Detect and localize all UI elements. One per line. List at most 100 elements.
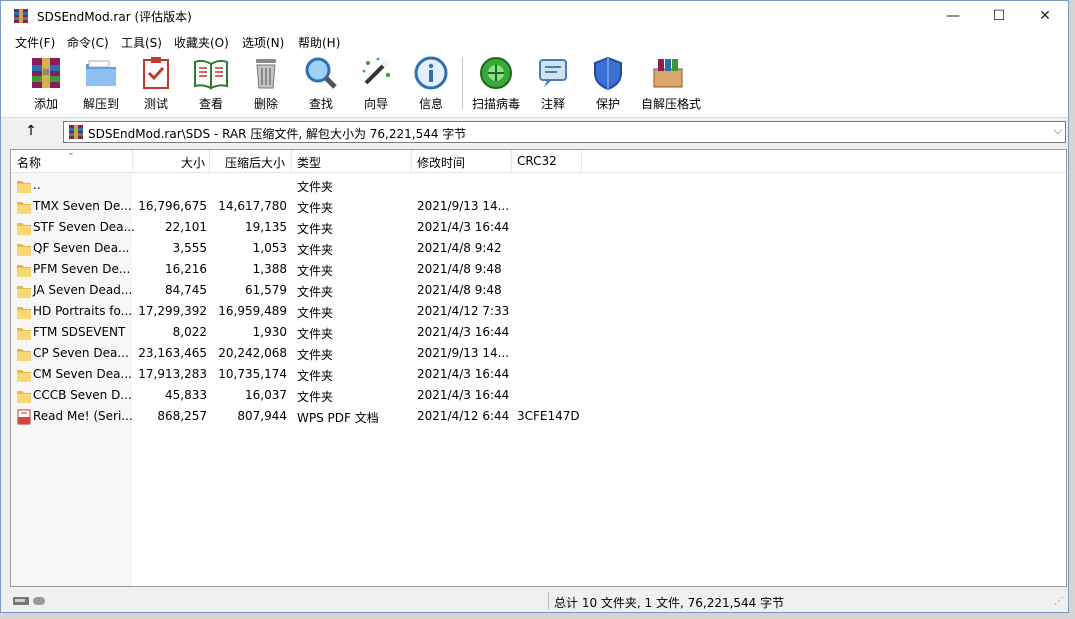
cell-name: FTM SDSEVENT bbox=[33, 325, 126, 339]
rar-archive-icon bbox=[69, 125, 83, 139]
folder-icon bbox=[17, 349, 31, 361]
view-button[interactable]: 查看 bbox=[184, 55, 238, 113]
column-header-type[interactable]: 类型 bbox=[297, 154, 321, 171]
window-title: SDSEndMod.rar (评估版本) bbox=[37, 10, 192, 24]
delete-label: 删除 bbox=[253, 97, 278, 111]
delete-button[interactable]: 删除 bbox=[239, 55, 293, 113]
cell-type: 文件夹 bbox=[297, 390, 334, 404]
cell-packed: 16,037 bbox=[245, 388, 287, 402]
cell-size: 17,913,283 bbox=[138, 367, 207, 381]
cell-crc: 3CFE147D bbox=[517, 409, 580, 423]
cell-packed: 20,242,068 bbox=[218, 346, 287, 360]
cell-type: 文件夹 bbox=[297, 243, 334, 257]
cell-type: 文件夹 bbox=[297, 369, 334, 383]
virus-scan-label: 扫描病毒 bbox=[471, 97, 520, 111]
menu-tools[interactable]: 工具(S) bbox=[121, 34, 162, 51]
cell-name: QF Seven Dea... bbox=[33, 241, 130, 255]
comment-label: 注释 bbox=[540, 97, 565, 111]
protect-button[interactable]: 保护 bbox=[581, 55, 635, 113]
title-bar[interactable]: SDSEndMod.rar (评估版本) — ☐ ✕ bbox=[1, 1, 1068, 31]
table-row[interactable]: CCCB Seven D... 45,833 16,037 文件夹 2021/4/3 1… bbox=[11, 385, 591, 406]
table-row[interactable]: HD Portraits fo... 17,299,392 16,959,489 文件… bbox=[11, 301, 591, 322]
extract-to-icon bbox=[86, 60, 116, 86]
comment-button[interactable]: 注释 bbox=[526, 55, 580, 113]
delete-icon bbox=[256, 59, 276, 89]
table-row[interactable]: Read Me! (Seri... 868,257 807,944 WPS PDF 文… bbox=[11, 406, 591, 427]
folder-icon bbox=[17, 223, 31, 235]
find-label: 查找 bbox=[308, 97, 333, 111]
table-row[interactable]: TMX Seven De... 16,796,675 14,617,780 文件夹 20… bbox=[11, 196, 591, 217]
menu-file[interactable]: 文件(F) bbox=[15, 34, 55, 51]
cell-packed: 16,959,489 bbox=[218, 304, 287, 318]
cell-name: PFM Seven De... bbox=[33, 262, 131, 276]
cell-type: WPS PDF 文档 bbox=[297, 411, 379, 425]
status-separator bbox=[548, 592, 549, 610]
sort-chevron-icon: ⌄ bbox=[67, 149, 75, 158]
info-icon bbox=[414, 56, 448, 90]
up-folder-button[interactable]: ↑ bbox=[19, 123, 43, 143]
close-button[interactable]: ✕ bbox=[1022, 1, 1068, 31]
table-row[interactable]: QF Seven Dea... 3,555 1,053 文件夹 2021/4/8 9:4… bbox=[11, 238, 591, 259]
cell-size: 868,257 bbox=[157, 409, 207, 423]
cell-modified: 2021/4/12 7:33 bbox=[417, 304, 510, 318]
table-row[interactable]: STF Seven Dea... 22,101 19,135 文件夹 2021/4/3 … bbox=[11, 217, 591, 238]
column-header-name[interactable]: 名称 bbox=[17, 154, 41, 171]
cell-modified: 2021/4/8 9:48 bbox=[417, 262, 502, 276]
extract-to-button[interactable]: 解压到 bbox=[74, 55, 128, 113]
cell-packed: 1,930 bbox=[252, 325, 287, 339]
add-icon bbox=[32, 58, 60, 88]
sfx-icon bbox=[653, 59, 683, 88]
table-row[interactable]: CM Seven Dea... 17,913,283 10,735,174 文件夹 20… bbox=[11, 364, 591, 385]
folder-icon bbox=[17, 286, 31, 298]
column-header-size[interactable]: 大小 bbox=[181, 154, 205, 171]
cell-modified: 2021/4/3 16:44 bbox=[417, 388, 510, 402]
cell-size: 16,796,675 bbox=[138, 199, 207, 213]
menu-favorites[interactable]: 收藏夹(O) bbox=[174, 34, 229, 51]
column-header-modified[interactable]: 修改时间 bbox=[417, 154, 465, 171]
status-bar: 总计 10 文件夹, 1 文件, 76,221,544 字节 ⋰ bbox=[1, 590, 1068, 612]
cell-packed: 1,053 bbox=[252, 241, 287, 255]
menu-command[interactable]: 命令(C) bbox=[67, 34, 109, 51]
menu-bar: 文件(F) 命令(C) 工具(S) 收藏夹(O) 选项(N) 帮助(H) bbox=[1, 31, 1068, 51]
drive-status-icon[interactable] bbox=[13, 595, 47, 607]
sfx-label: 自解压格式 bbox=[641, 97, 702, 111]
table-row[interactable]: .. 文件夹 bbox=[11, 175, 591, 196]
column-header-packed[interactable]: 压缩后大小 bbox=[225, 154, 285, 171]
chevron-down-icon[interactable]: ⌵ bbox=[1054, 124, 1062, 138]
find-icon bbox=[305, 57, 337, 89]
folder-icon bbox=[17, 244, 31, 256]
toolbar-separator bbox=[462, 57, 463, 109]
cell-packed: 10,735,174 bbox=[218, 367, 287, 381]
address-field[interactable]: SDSEndMod.rar\SDS - RAR 压缩文件, 解包大小为 76,2… bbox=[63, 121, 1066, 143]
maximize-button[interactable]: ☐ bbox=[976, 1, 1022, 31]
cell-size: 8,022 bbox=[172, 325, 207, 339]
menu-options[interactable]: 选项(N) bbox=[242, 34, 284, 51]
table-row[interactable]: FTM SDSEVENT 8,022 1,930 文件夹 2021/4/3 16:44 bbox=[11, 322, 591, 343]
table-row[interactable]: CP Seven Dea... 23,163,465 20,242,068 文件夹 20… bbox=[11, 343, 591, 364]
sfx-button[interactable]: 自解压格式 bbox=[641, 55, 702, 113]
list-header: 名称 ⌄ 大小 压缩后大小 类型 修改时间 CRC32 bbox=[11, 150, 1066, 173]
virus-scan-button[interactable]: 扫描病毒 bbox=[469, 55, 523, 113]
test-button[interactable]: 测试 bbox=[129, 55, 183, 113]
cell-type: 文件夹 bbox=[297, 306, 334, 320]
wizard-button[interactable]: 向导 bbox=[349, 55, 403, 113]
info-button[interactable]: 信息 bbox=[404, 55, 458, 113]
menu-help[interactable]: 帮助(H) bbox=[298, 34, 340, 51]
add-button[interactable]: 添加 bbox=[19, 55, 73, 113]
cell-type: 文件夹 bbox=[297, 180, 334, 194]
pdf-icon bbox=[17, 409, 31, 425]
folder-icon bbox=[17, 391, 31, 403]
table-row[interactable]: JA Seven Dead... 84,745 61,579 文件夹 2021/4/8 … bbox=[11, 280, 591, 301]
folder-icon bbox=[17, 370, 31, 382]
file-list[interactable]: 名称 ⌄ 大小 压缩后大小 类型 修改时间 CRC32 .. 文件夹 TMX Sev… bbox=[10, 149, 1067, 587]
find-button[interactable]: 查找 bbox=[294, 55, 348, 113]
folder-icon bbox=[17, 328, 31, 340]
wizard-label: 向导 bbox=[363, 97, 388, 111]
cell-modified: 2021/4/3 16:44 bbox=[417, 325, 510, 339]
cell-size: 22,101 bbox=[165, 220, 207, 234]
cell-size: 45,833 bbox=[165, 388, 207, 402]
table-row[interactable]: PFM Seven De... 16,216 1,388 文件夹 2021/4/8 9:… bbox=[11, 259, 591, 280]
resize-grip-icon[interactable]: ⋰ bbox=[1054, 596, 1064, 607]
column-header-crc[interactable]: CRC32 bbox=[517, 154, 557, 168]
minimize-button[interactable]: — bbox=[930, 1, 976, 31]
